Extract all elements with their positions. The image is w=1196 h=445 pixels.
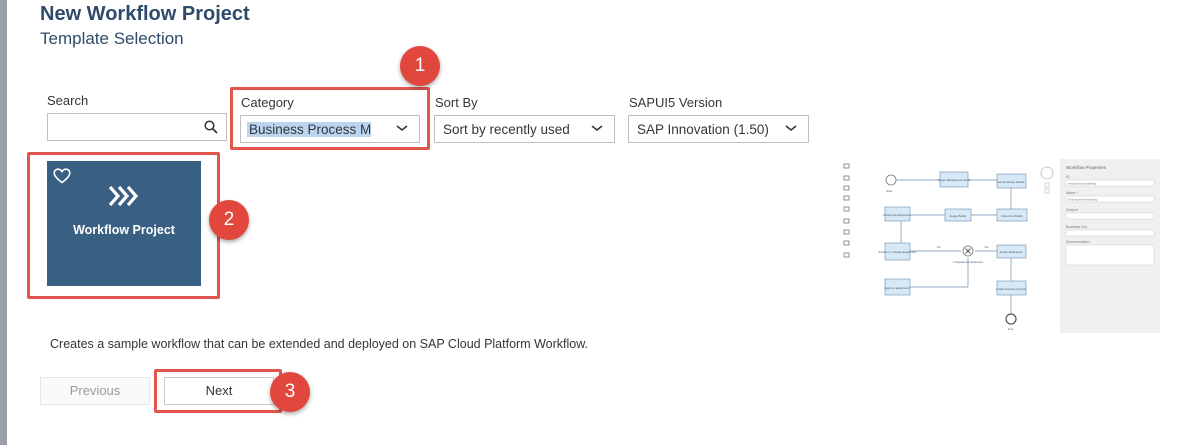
preview-label-yes: Yes: [984, 245, 989, 249]
callout-badge-2: 2: [209, 200, 249, 240]
preview-node-determine: Determine Equipment: [883, 213, 910, 217]
preview-node-gateway: Is Equipment Approved: [954, 260, 983, 264]
version-label: SAPUI5 Version: [629, 95, 723, 110]
preview-label-no: No: [937, 245, 941, 249]
category-highlight: [230, 87, 430, 150]
chevron-down-icon[interactable]: [590, 121, 604, 135]
preview-field-documentation: Documentation: [1066, 240, 1090, 244]
search-label: Search: [47, 93, 89, 108]
chevron-down-icon[interactable]: [784, 121, 798, 135]
callout-badge-1: 1: [400, 46, 440, 86]
previous-button[interactable]: Previous: [40, 377, 150, 405]
preview-node-assign-buddy: Assign Buddy: [949, 214, 967, 218]
preview-node-end: End: [1008, 327, 1014, 331]
page-title: New Workflow Project: [40, 3, 250, 25]
preview-panel-title: Workflow Properties: [1066, 165, 1107, 170]
workflow-diagram-preview: Workflow Properties ID employeeonboardin…: [839, 159, 1160, 333]
template-preview: Workflow Properties ID employeeonboardin…: [839, 159, 1160, 333]
preview-node-undertone: Undertone Buddy: [1001, 214, 1023, 218]
preview-node-create-success: Create Success Context: [996, 287, 1026, 291]
sort-select-value: Sort by recently used: [443, 122, 570, 137]
preview-field-name-value: EmployeeOnboarding: [1068, 198, 1097, 202]
search-icon[interactable]: [204, 120, 218, 134]
callout-badge-3: 3: [270, 372, 310, 412]
preview-node-assign-workspace: Assign Workspace: [999, 250, 1023, 254]
search-input[interactable]: [47, 113, 227, 141]
template-highlight: [27, 152, 220, 299]
preview-field-id-value: employeeonboarding: [1068, 182, 1096, 186]
preview-field-id: ID: [1066, 175, 1070, 179]
template-description: Creates a sample workflow that can be ex…: [50, 337, 589, 351]
preview-node-get-details: Get Employee Details: [997, 180, 1025, 184]
preview-node-confirm: Confirm or Change Equipment: [878, 250, 916, 254]
left-edge-bar: [0, 0, 7, 445]
sort-label: Sort By: [435, 95, 478, 110]
preview-node-trigger: Trigger Background Check: [937, 178, 971, 182]
preview-node-approve: Approve Equipment: [885, 286, 910, 290]
preview-field-name: Name *: [1066, 191, 1078, 195]
version-select-value: SAP Innovation (1.50): [637, 122, 769, 137]
preview-field-business-key: Business Key: [1066, 225, 1087, 229]
version-select[interactable]: SAP Innovation (1.50): [628, 115, 809, 143]
preview-node-start: Start: [886, 189, 893, 193]
preview-field-subject: Subject: [1066, 208, 1078, 212]
page-subtitle: Template Selection: [40, 29, 184, 48]
next-highlight: [154, 369, 282, 413]
sort-select[interactable]: Sort by recently used: [434, 115, 615, 143]
